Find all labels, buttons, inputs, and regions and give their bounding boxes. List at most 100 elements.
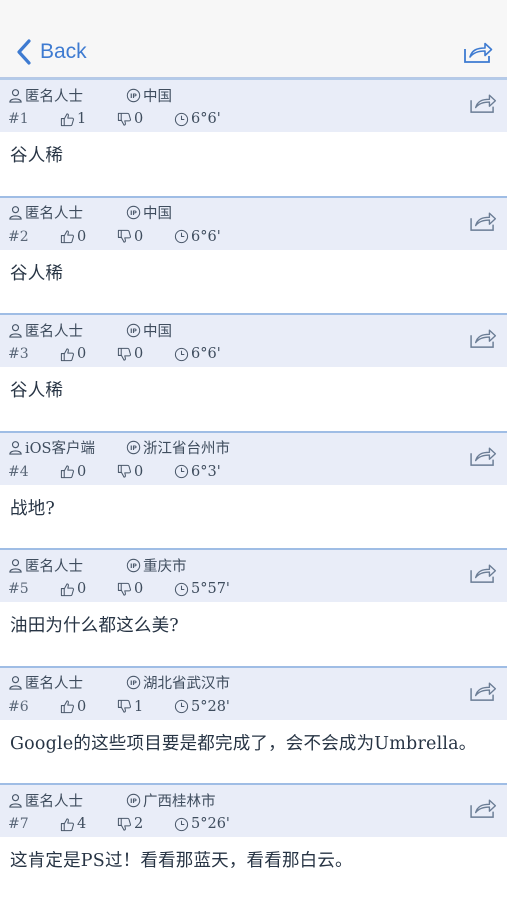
like-button[interactable]: 0 — [60, 699, 86, 715]
share-icon[interactable] — [469, 680, 497, 702]
floor-number: #3 — [8, 346, 29, 362]
svg-text:IP: IP — [130, 327, 137, 334]
dislike-button[interactable]: 1 — [117, 699, 143, 715]
post-user: 匿名人士 — [8, 85, 83, 106]
thumbs-up-icon — [60, 230, 74, 244]
post-time: 6°6' — [174, 229, 221, 245]
svg-text:IP: IP — [130, 797, 137, 804]
post-likes: 0 — [77, 228, 87, 245]
post-user: 匿名人士 — [25, 558, 83, 575]
post-meta: 匿名人士 IP 中国 #1 1 0 6°6' — [0, 80, 507, 132]
user-icon — [9, 88, 22, 103]
like-button[interactable]: 0 — [60, 464, 86, 480]
list-item[interactable]: 匿名人士 IP 中国 #2 0 0 6°6' 谷人稀 — [0, 195, 507, 314]
post-likes: 0 — [77, 346, 87, 362]
chevron-left-icon — [17, 39, 31, 65]
post-likes: 0 — [77, 698, 87, 715]
list-item[interactable]: 匿名人士 IP 湖北省武汉市 #6 0 1 5°28' Google的这些项目要… — [0, 665, 507, 784]
list-item[interactable]: 匿名人士 IP 重庆市 #5 0 0 5°57' 油田为什么都这么美? — [0, 548, 507, 666]
dislike-button[interactable]: 0 — [117, 464, 143, 480]
post-dislikes: 0 — [134, 228, 144, 245]
post-user: 匿名人士 — [25, 793, 83, 810]
post-time: 6°6' — [174, 346, 221, 362]
post-user: 匿名人士 — [8, 672, 83, 693]
user-icon — [9, 558, 22, 573]
thumbs-down-icon — [117, 699, 131, 713]
post-time: 6°6' — [174, 111, 221, 127]
ip-icon: IP — [126, 88, 141, 102]
dislike-button[interactable]: 0 — [117, 229, 143, 245]
like-button[interactable]: 1 — [60, 111, 86, 127]
list-item[interactable]: iOS客户端 IP 浙江省台州市 #4 0 0 6°3' 战地? — [0, 430, 507, 549]
post-location: IP 中国 — [126, 202, 172, 223]
floor-number: #1 — [8, 111, 29, 127]
post-time: 5°26' — [191, 816, 230, 832]
dislike-button[interactable]: 0 — [117, 346, 143, 362]
like-button[interactable]: 4 — [60, 816, 86, 832]
thumbs-down-icon — [117, 229, 131, 243]
post-location: 广西桂林市 — [143, 793, 216, 810]
post-dislikes: 1 — [134, 698, 144, 715]
post-location: 中国 — [143, 88, 172, 105]
post-dislikes: 0 — [134, 346, 144, 362]
post-likes: 1 — [77, 111, 87, 127]
post-location: IP 浙江省台州市 — [126, 437, 230, 458]
clock-icon — [174, 582, 189, 596]
like-button[interactable]: 0 — [60, 229, 86, 245]
dislike-button[interactable]: 2 — [117, 816, 143, 832]
post-location: IP 重庆市 — [126, 555, 187, 576]
post-likes: 0 — [77, 581, 87, 597]
floor-number: #6 — [8, 698, 29, 715]
post-location: 中国 — [143, 206, 172, 222]
post-location: 浙江省台州市 — [143, 441, 230, 457]
post-meta: 匿名人士 IP 中国 #2 0 0 6°6' — [0, 197, 507, 250]
list-item[interactable]: 匿名人士 IP 广西桂林市 #7 4 2 5°26' 这肯定是PS过！看看那蓝天… — [0, 783, 507, 900]
share-icon[interactable] — [469, 92, 497, 114]
svg-text:IP: IP — [130, 445, 137, 452]
thumbs-down-icon — [117, 464, 131, 478]
navigation-bar: Back — [0, 0, 507, 78]
post-dislikes: 0 — [134, 111, 144, 127]
post-time: 5°28' — [191, 698, 230, 715]
post-dislikes: 2 — [134, 816, 144, 832]
post-content: 谷人稀 — [10, 381, 64, 401]
clock-icon — [174, 347, 189, 361]
share-icon[interactable] — [469, 562, 497, 584]
post-likes: 0 — [77, 463, 87, 480]
dislike-button[interactable]: 0 — [117, 581, 143, 597]
post-user: 匿名人士 — [25, 88, 83, 105]
like-button[interactable]: 0 — [60, 581, 86, 597]
user-icon — [9, 323, 22, 338]
share-icon[interactable] — [469, 210, 497, 232]
clock-icon — [174, 229, 189, 244]
post-time: 5°26' — [174, 816, 230, 832]
ip-icon: IP — [126, 675, 141, 690]
list-item[interactable]: 匿名人士 IP 中国 #1 1 0 6°6' 谷人稀 — [0, 78, 507, 196]
post-meta: 匿名人士 IP 重庆市 #5 0 0 5°57' — [0, 550, 507, 602]
share-icon[interactable] — [463, 40, 493, 64]
post-time: 5°57' — [174, 581, 230, 597]
share-icon[interactable] — [469, 797, 497, 819]
post-user: 匿名人士 — [25, 323, 83, 340]
post-location: IP 湖北省武汉市 — [126, 672, 230, 693]
post-time: 5°28' — [174, 699, 230, 715]
back-button[interactable]: Back — [14, 36, 87, 68]
share-icon[interactable] — [469, 445, 497, 467]
thumbs-up-icon — [60, 465, 74, 479]
like-button[interactable]: 0 — [60, 346, 86, 362]
dislike-button[interactable]: 0 — [117, 111, 143, 127]
svg-text:IP: IP — [130, 680, 137, 687]
clock-icon — [174, 699, 189, 714]
back-label: Back — [40, 40, 87, 63]
post-location: IP 中国 — [126, 320, 172, 341]
post-content: 谷人稀 — [10, 146, 64, 166]
share-icon[interactable] — [469, 327, 497, 349]
floor-number: #5 — [8, 581, 29, 597]
post-dislikes: 0 — [134, 463, 144, 480]
post-meta: iOS客户端 IP 浙江省台州市 #4 0 0 6°3' — [0, 432, 507, 485]
list-item[interactable]: 匿名人士 IP 中国 #3 0 0 6°6' 谷人稀 — [0, 313, 507, 431]
user-icon — [9, 206, 22, 220]
post-user: 匿名人士 — [25, 676, 83, 692]
post-time: 6°6' — [191, 346, 221, 362]
post-user: iOS客户端 — [8, 437, 95, 458]
